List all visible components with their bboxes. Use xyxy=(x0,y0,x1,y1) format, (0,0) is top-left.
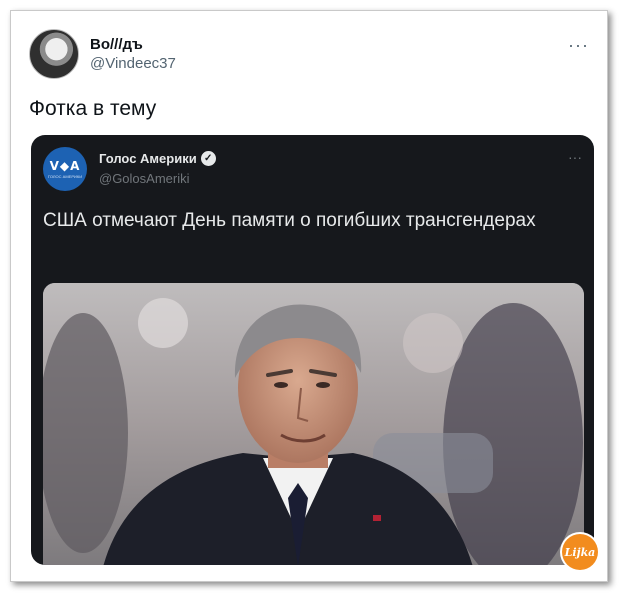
quoted-author-name-text: Голос Америки xyxy=(99,151,197,166)
watermark-logo: Lijka xyxy=(562,534,598,570)
voa-logo[interactable]: V◆A ГОЛОС АМЕРИКИ xyxy=(43,147,87,191)
quoted-author-handle[interactable]: @GolosAmeriki xyxy=(99,171,190,186)
quoted-tweet-photo[interactable] xyxy=(43,283,584,565)
author-name[interactable]: Во///дъ xyxy=(90,36,143,53)
quoted-tweet[interactable]: V◆A ГОЛОС АМЕРИКИ Голос Америки ✓ @Golos… xyxy=(31,135,594,565)
author-handle[interactable]: @Vindeec37 xyxy=(90,55,176,72)
verified-badge-icon: ✓ xyxy=(200,151,216,166)
voa-logo-mark: V◆A xyxy=(49,159,81,173)
quoted-author-name[interactable]: Голос Америки ✓ xyxy=(99,151,216,166)
tweet-text: Фотка в тему xyxy=(29,97,157,120)
more-options-icon[interactable]: ··· xyxy=(568,35,589,56)
tweet-card: Во///дъ @Vindeec37 ··· Фотка в тему V◆A … xyxy=(10,10,608,582)
photo-illustration xyxy=(43,283,584,565)
voa-logo-subtext: ГОЛОС АМЕРИКИ xyxy=(47,174,83,179)
quoted-more-options-icon[interactable]: ··· xyxy=(568,149,582,165)
author-avatar[interactable] xyxy=(29,29,79,79)
quoted-tweet-text: США отмечают День памяти о погибших тран… xyxy=(43,210,536,231)
